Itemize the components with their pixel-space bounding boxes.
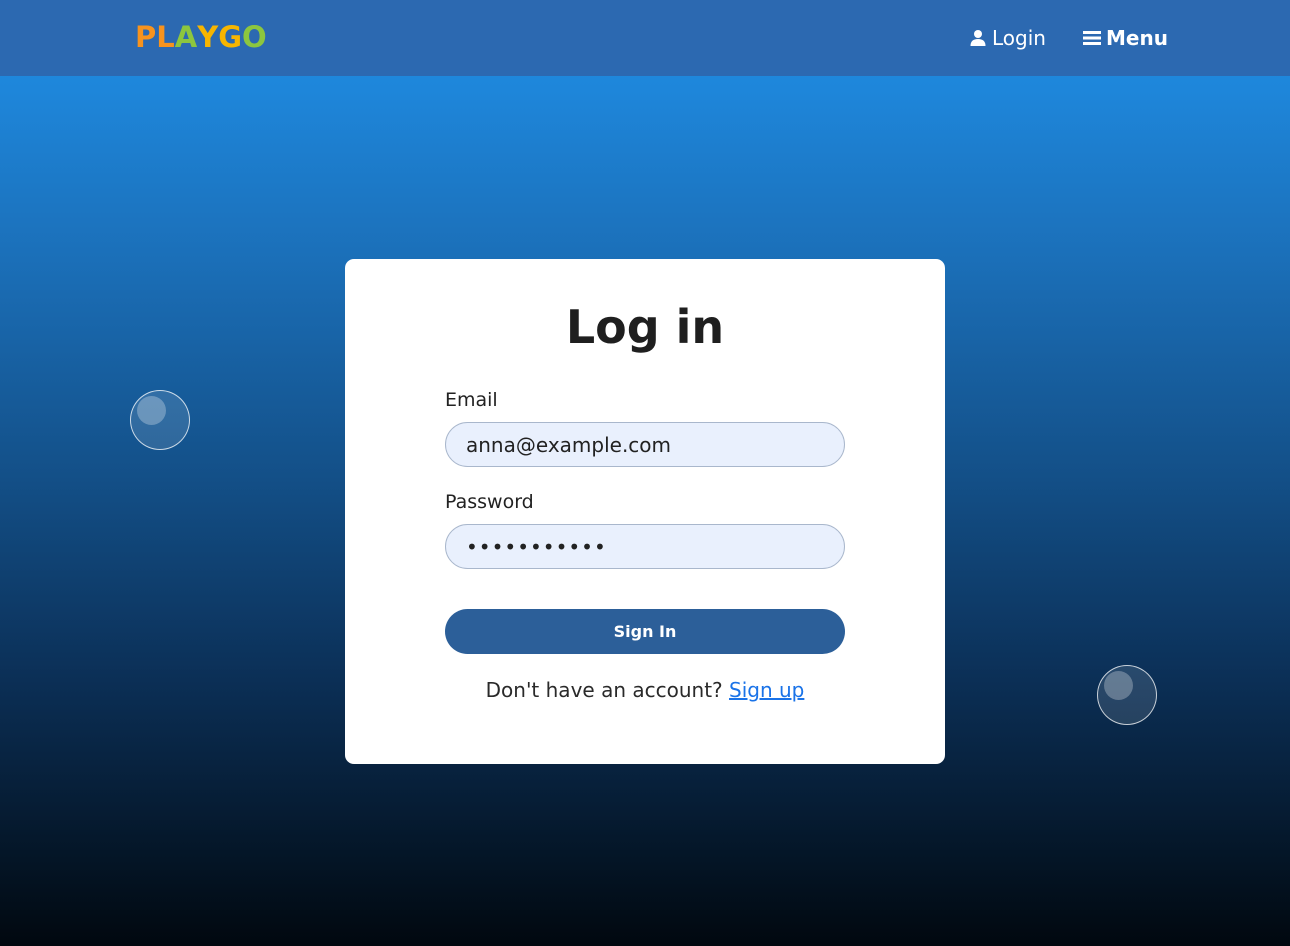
password-label: Password [445,491,534,513]
user-icon [970,30,986,46]
bubble-shine [137,396,166,425]
hamburger-icon [1083,31,1101,45]
login-nav-link[interactable]: Login [969,23,1046,53]
logo-letter: L [156,20,175,54]
top-navbar: PLAYGO Login Menu [0,0,1290,76]
logo-letter: Y [197,20,219,54]
playgo-logo[interactable]: PLAYGO [135,19,267,55]
sign-in-button[interactable]: Sign In [445,609,845,654]
signup-prompt-line: Don't have an account? Sign up [0,676,1290,704]
signup-prompt-text: Don't have an account? [485,678,723,702]
menu-nav-label: Menu [1106,26,1168,50]
logo-letter: G [218,20,243,54]
logo-letter: P [135,20,157,54]
decorative-bubble [130,390,190,450]
password-field[interactable] [445,524,845,569]
menu-nav-button[interactable]: Menu [1083,23,1168,53]
page-title: Log in [565,300,725,354]
login-nav-label: Login [992,26,1046,50]
logo-letter: A [174,20,198,54]
email-label: Email [445,389,498,411]
signup-link[interactable]: Sign up [729,678,804,702]
logo-letter: O [242,20,267,54]
email-field[interactable] [445,422,845,467]
